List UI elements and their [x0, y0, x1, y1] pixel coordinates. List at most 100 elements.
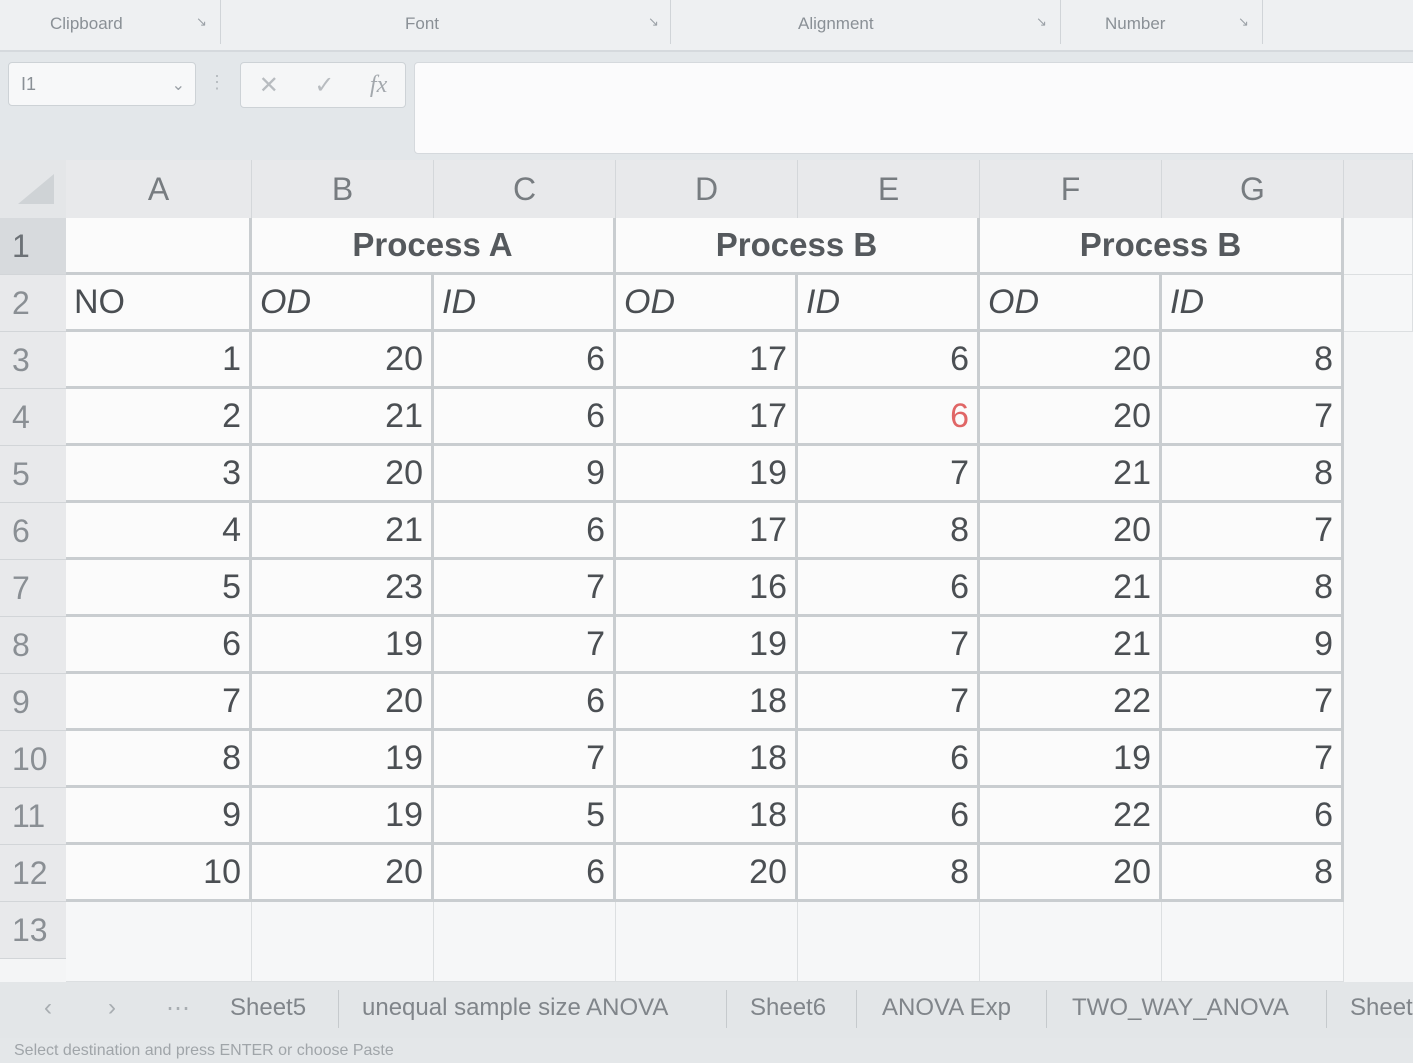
- sheet-tab-sheet6[interactable]: Sheet6: [750, 994, 826, 1022]
- cell-g4[interactable]: 7: [1162, 389, 1344, 446]
- enter-checkmark-icon[interactable]: ✓: [314, 71, 334, 100]
- cell-f9[interactable]: 22: [980, 674, 1162, 731]
- cell-g11[interactable]: 6: [1162, 788, 1344, 845]
- cell-g13[interactable]: [1162, 902, 1344, 982]
- cell-d9[interactable]: 18: [616, 674, 798, 731]
- column-header-a[interactable]: A: [66, 160, 252, 218]
- cell-g9[interactable]: 7: [1162, 674, 1344, 731]
- cell-g3[interactable]: 8: [1162, 332, 1344, 389]
- cell-d1-e1-merged[interactable]: Process B: [616, 218, 980, 275]
- cell-d10[interactable]: 18: [616, 731, 798, 788]
- column-header-e[interactable]: E: [798, 160, 980, 218]
- column-header-b[interactable]: B: [252, 160, 434, 218]
- cell-d12[interactable]: 20: [616, 845, 798, 902]
- row-header[interactable]: 2: [0, 275, 66, 332]
- cell-f11[interactable]: 22: [980, 788, 1162, 845]
- dialog-launcher-icon[interactable]: ↘: [648, 14, 659, 30]
- cell-d11[interactable]: 18: [616, 788, 798, 845]
- formula-input[interactable]: [414, 62, 1413, 154]
- sheet-tab-sheet5[interactable]: Sheet5: [230, 994, 306, 1022]
- cell-f6[interactable]: 20: [980, 503, 1162, 560]
- column-header-h[interactable]: [1344, 160, 1413, 218]
- cell-h1[interactable]: [1344, 218, 1413, 275]
- cell-d3[interactable]: 17: [616, 332, 798, 389]
- cell-g8[interactable]: 9: [1162, 617, 1344, 674]
- cell-c9[interactable]: 6: [434, 674, 616, 731]
- cell-c10[interactable]: 7: [434, 731, 616, 788]
- cell-b2[interactable]: OD: [252, 275, 434, 332]
- column-header-g[interactable]: G: [1162, 160, 1344, 218]
- cell-e12[interactable]: 8: [798, 845, 980, 902]
- cancel-icon[interactable]: ✕: [259, 71, 279, 100]
- cell-e7[interactable]: 6: [798, 560, 980, 617]
- cell-f1-g1-merged[interactable]: Process B: [980, 218, 1344, 275]
- column-header-c[interactable]: C: [434, 160, 616, 218]
- cell-e9[interactable]: 7: [798, 674, 980, 731]
- cell-a11[interactable]: 9: [66, 788, 252, 845]
- dialog-launcher-icon[interactable]: ↘: [1036, 14, 1047, 30]
- cell-f10[interactable]: 19: [980, 731, 1162, 788]
- row-header[interactable]: 3: [0, 332, 66, 389]
- cell-b4[interactable]: 21: [252, 389, 434, 446]
- column-header-d[interactable]: D: [616, 160, 798, 218]
- cell-g5[interactable]: 8: [1162, 446, 1344, 503]
- cell-e6[interactable]: 8: [798, 503, 980, 560]
- cell-c12[interactable]: 6: [434, 845, 616, 902]
- cell-b9[interactable]: 20: [252, 674, 434, 731]
- cell-g6[interactable]: 7: [1162, 503, 1344, 560]
- sheet-tab-two-way-anova[interactable]: TWO_WAY_ANOVA: [1072, 994, 1289, 1022]
- cell-f12[interactable]: 20: [980, 845, 1162, 902]
- cell-a1[interactable]: [66, 218, 252, 275]
- cell-c8[interactable]: 7: [434, 617, 616, 674]
- cell-e2[interactable]: ID: [798, 275, 980, 332]
- cell-c3[interactable]: 6: [434, 332, 616, 389]
- cell-f13[interactable]: [980, 902, 1162, 982]
- cell-e5[interactable]: 7: [798, 446, 980, 503]
- cell-f4[interactable]: 20: [980, 389, 1162, 446]
- cell-a4[interactable]: 2: [66, 389, 252, 446]
- cell-d4[interactable]: 17: [616, 389, 798, 446]
- row-header[interactable]: 10: [0, 731, 66, 788]
- more-options-icon[interactable]: ⋮: [208, 72, 226, 93]
- cell-b3[interactable]: 20: [252, 332, 434, 389]
- cell-e11[interactable]: 6: [798, 788, 980, 845]
- cell-b1-c1-merged[interactable]: Process A: [252, 218, 616, 275]
- cell-a12[interactable]: 10: [66, 845, 252, 902]
- cell-b6[interactable]: 21: [252, 503, 434, 560]
- dialog-launcher-icon[interactable]: ↘: [196, 14, 207, 30]
- cell-a8[interactable]: 6: [66, 617, 252, 674]
- row-header[interactable]: 5: [0, 446, 66, 503]
- more-sheets-icon[interactable]: ⋯: [166, 994, 190, 1023]
- cell-g2[interactable]: ID: [1162, 275, 1344, 332]
- cell-e8[interactable]: 7: [798, 617, 980, 674]
- row-header[interactable]: 6: [0, 503, 66, 560]
- row-header[interactable]: 11: [0, 788, 66, 845]
- scroll-left-icon[interactable]: ‹: [44, 994, 52, 1022]
- cell-c13[interactable]: [434, 902, 616, 982]
- row-header[interactable]: 9: [0, 674, 66, 731]
- cell-c2[interactable]: ID: [434, 275, 616, 332]
- cell-d6[interactable]: 17: [616, 503, 798, 560]
- insert-function-icon[interactable]: fx: [370, 72, 387, 99]
- cell-b12[interactable]: 20: [252, 845, 434, 902]
- select-all-button[interactable]: [0, 160, 66, 218]
- cell-g7[interactable]: 8: [1162, 560, 1344, 617]
- cell-c5[interactable]: 9: [434, 446, 616, 503]
- cell-a3[interactable]: 1: [66, 332, 252, 389]
- row-header[interactable]: 7: [0, 560, 66, 617]
- cell-b7[interactable]: 23: [252, 560, 434, 617]
- cell-c6[interactable]: 6: [434, 503, 616, 560]
- chevron-down-icon[interactable]: ⌄: [172, 75, 185, 95]
- cell-e10[interactable]: 6: [798, 731, 980, 788]
- cell-b5[interactable]: 20: [252, 446, 434, 503]
- cell-f2[interactable]: OD: [980, 275, 1162, 332]
- cell-e4[interactable]: 6: [798, 389, 980, 446]
- row-header[interactable]: 8: [0, 617, 66, 674]
- cell-d2[interactable]: OD: [616, 275, 798, 332]
- row-header[interactable]: 4: [0, 389, 66, 446]
- cell-g10[interactable]: 7: [1162, 731, 1344, 788]
- dialog-launcher-icon[interactable]: ↘: [1238, 14, 1249, 30]
- row-header[interactable]: 1: [0, 218, 66, 275]
- sheet-tab-unequal-sample-size-anova[interactable]: unequal sample size ANOVA: [362, 994, 668, 1022]
- cell-b10[interactable]: 19: [252, 731, 434, 788]
